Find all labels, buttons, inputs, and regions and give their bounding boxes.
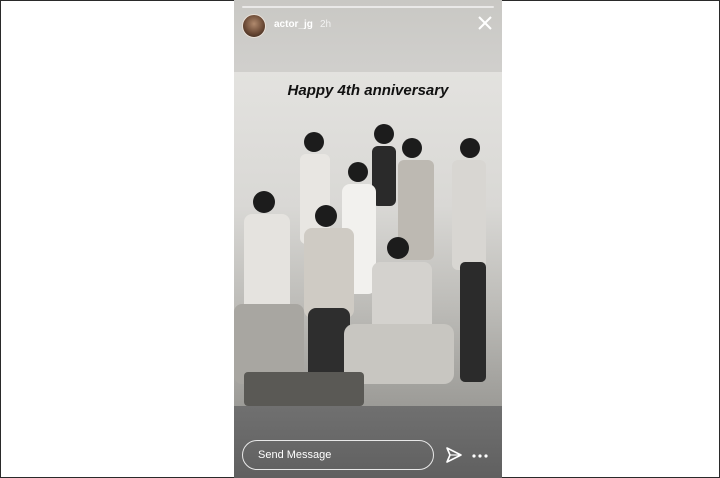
story-image: Happy 4th anniversary xyxy=(234,72,502,406)
story-progress-bar xyxy=(242,6,494,8)
username[interactable]: actor_jg xyxy=(274,19,313,30)
story-viewer: actor_jg 2h Happy 4th anniversary Send M… xyxy=(234,0,502,478)
paper-plane-icon[interactable] xyxy=(445,446,463,464)
close-icon[interactable] xyxy=(476,14,494,32)
send-message-placeholder: Send Message xyxy=(258,449,332,461)
time-ago: 2h xyxy=(320,19,332,30)
send-message-input[interactable]: Send Message xyxy=(242,440,434,470)
more-options-icon[interactable] xyxy=(472,454,488,458)
story-footer: Send Message xyxy=(234,406,502,478)
avatar[interactable] xyxy=(242,14,266,38)
group-photo-illustration xyxy=(234,124,486,406)
